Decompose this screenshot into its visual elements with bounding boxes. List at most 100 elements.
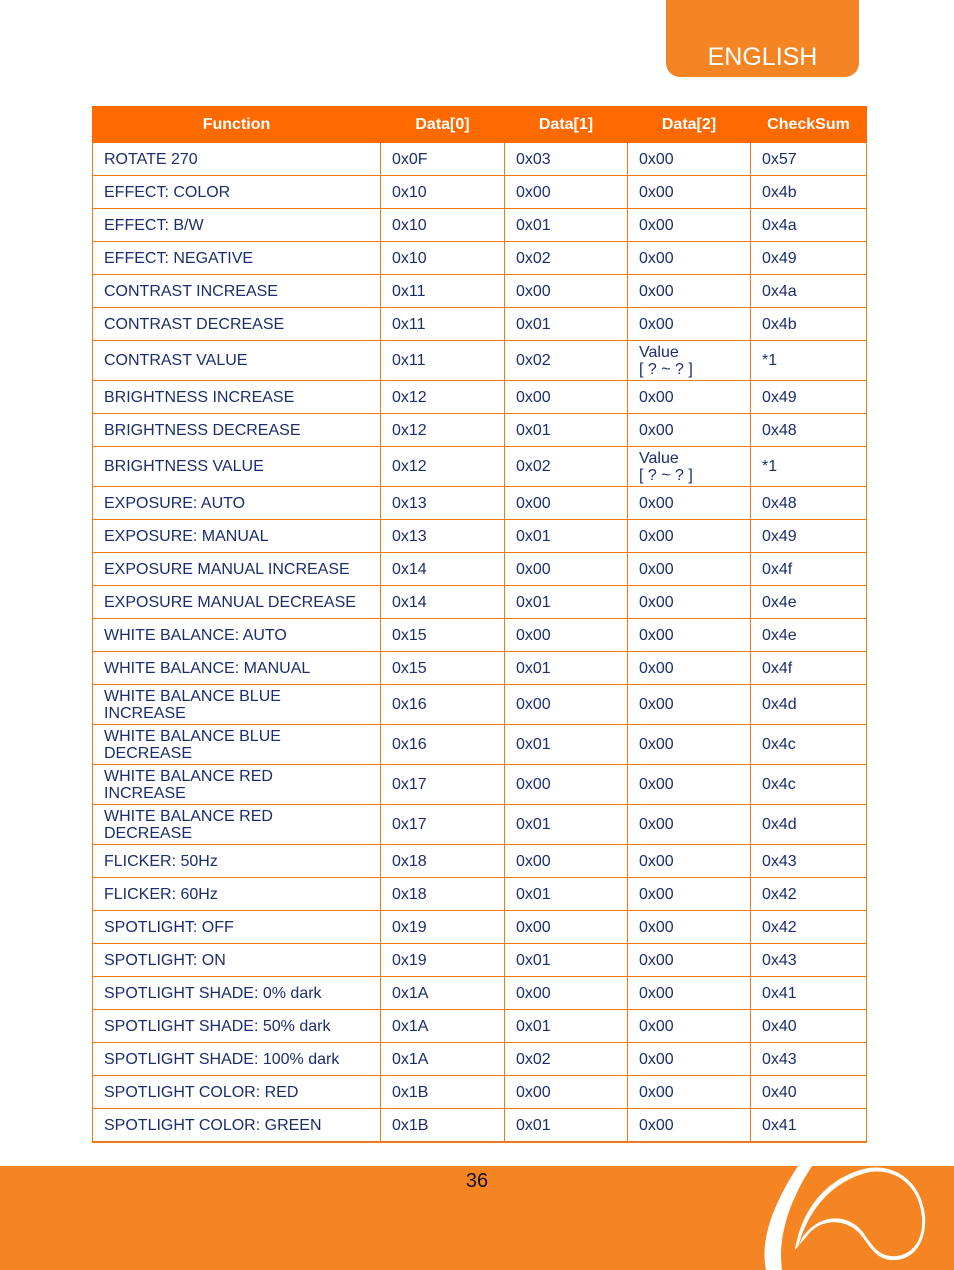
table-row: SPOTLIGHT SHADE: 100% dark 0x1A 0x02 0x00 0x… bbox=[92, 1042, 867, 1076]
cell-function: WHITE BALANCE: AUTO bbox=[92, 618, 381, 652]
cell-data2: 0x00 bbox=[627, 1042, 751, 1076]
cell-checksum: 0x57 bbox=[750, 142, 867, 176]
cell-data1: 0x01 bbox=[504, 1009, 628, 1043]
cell-data2: 0x00 bbox=[627, 274, 751, 308]
cell-checksum: *1 bbox=[750, 340, 867, 381]
cell-function: FLICKER: 60Hz bbox=[92, 877, 381, 911]
table-row: FLICKER: 60Hz 0x18 0x01 0x00 0x42 bbox=[92, 877, 867, 911]
logo-lower-lobe bbox=[808, 1236, 866, 1270]
column-header-data0: Data[0] bbox=[380, 106, 505, 143]
cell-data1: 0x01 bbox=[504, 585, 628, 619]
cell-function: EXPOSURE MANUAL DECREASE bbox=[92, 585, 381, 619]
cell-data1: 0x00 bbox=[504, 684, 628, 725]
cell-data1: 0x01 bbox=[504, 413, 628, 447]
cell-data2: 0x00 bbox=[627, 976, 751, 1010]
logo-upper-lobe-fill bbox=[798, 1171, 923, 1257]
cell-function: EFFECT: NEGATIVE bbox=[92, 241, 381, 275]
table-row: WHITE BALANCE BLUE DECREASE 0x16 0x01 0x00 0… bbox=[92, 724, 867, 765]
table-row: ROTATE 270 0x0F 0x03 0x00 0x57 bbox=[92, 142, 867, 176]
table-row: BRIGHTNESS VALUE 0x12 0x02 Value[ ? ~ ? ] *1 bbox=[92, 446, 867, 487]
cell-data1: 0x01 bbox=[504, 724, 628, 765]
cell-data2: 0x00 bbox=[627, 910, 751, 944]
cell-checksum: 0x41 bbox=[750, 1108, 867, 1143]
table-row: EFFECT: B/W 0x10 0x01 0x00 0x4a bbox=[92, 208, 867, 242]
cell-function: SPOTLIGHT SHADE: 50% dark bbox=[92, 1009, 381, 1043]
cell-checksum: 0x4d bbox=[750, 684, 867, 725]
cell-function: BRIGHTNESS DECREASE bbox=[92, 413, 381, 447]
cell-data0: 0x12 bbox=[380, 446, 505, 487]
cell-data1: 0x01 bbox=[504, 1108, 628, 1143]
table-row: WHITE BALANCE RED INCREASE 0x17 0x00 0x00 0x… bbox=[92, 764, 867, 805]
cell-data2: 0x00 bbox=[627, 307, 751, 341]
cell-data1: 0x00 bbox=[504, 175, 628, 209]
cell-checksum: 0x4e bbox=[750, 618, 867, 652]
cell-data2: 0x00 bbox=[627, 1009, 751, 1043]
cell-data0: 0x13 bbox=[380, 519, 505, 553]
cell-data2: 0x00 bbox=[627, 684, 751, 725]
cell-function: EFFECT: COLOR bbox=[92, 175, 381, 209]
cell-checksum: 0x40 bbox=[750, 1009, 867, 1043]
cell-data1: 0x01 bbox=[504, 519, 628, 553]
cell-data2: 0x00 bbox=[627, 1075, 751, 1109]
cell-function: EXPOSURE: MANUAL bbox=[92, 519, 381, 553]
cell-checksum: 0x4f bbox=[750, 552, 867, 586]
table-row: SPOTLIGHT SHADE: 50% dark 0x1A 0x01 0x00 0x4… bbox=[92, 1009, 867, 1043]
cell-function: SPOTLIGHT COLOR: GREEN bbox=[92, 1108, 381, 1143]
language-label: ENGLISH bbox=[707, 43, 818, 71]
cell-function: EFFECT: B/W bbox=[92, 208, 381, 242]
cell-function: SPOTLIGHT: OFF bbox=[92, 910, 381, 944]
cell-data2: 0x00 bbox=[627, 175, 751, 209]
cell-data0: 0x17 bbox=[380, 804, 505, 845]
cell-checksum: 0x43 bbox=[750, 844, 867, 878]
cell-data2: 0x00 bbox=[627, 142, 751, 176]
table-row: WHITE BALANCE BLUE INCREASE 0x16 0x00 0x00 0… bbox=[92, 684, 867, 725]
table-row: EXPOSURE: AUTO 0x13 0x00 0x00 0x48 bbox=[92, 486, 867, 520]
cell-checksum: 0x48 bbox=[750, 486, 867, 520]
cell-checksum: 0x49 bbox=[750, 519, 867, 553]
cell-function: CONTRAST DECREASE bbox=[92, 307, 381, 341]
cell-data0: 0x1A bbox=[380, 1042, 505, 1076]
cell-function: WHITE BALANCE BLUE INCREASE bbox=[92, 684, 381, 725]
cell-checksum: 0x48 bbox=[750, 413, 867, 447]
cell-function: ROTATE 270 bbox=[92, 142, 381, 176]
table-row: EXPOSURE MANUAL DECREASE 0x14 0x01 0x00 0x4e bbox=[92, 585, 867, 619]
cell-data0: 0x19 bbox=[380, 910, 505, 944]
cell-data1: 0x00 bbox=[504, 552, 628, 586]
cell-data2: 0x00 bbox=[627, 486, 751, 520]
table-header-row: Function Data[0] Data[1] Data[2] CheckSu… bbox=[92, 106, 867, 143]
cell-data1: 0x01 bbox=[504, 804, 628, 845]
cell-data0: 0x10 bbox=[380, 175, 505, 209]
brand-logo-icon bbox=[764, 1166, 926, 1270]
table-row: WHITE BALANCE RED DECREASE 0x17 0x01 0x00 0x… bbox=[92, 804, 867, 845]
cell-function: WHITE BALANCE RED INCREASE bbox=[92, 764, 381, 805]
cell-data0: 0x1A bbox=[380, 976, 505, 1010]
cell-data1: 0x01 bbox=[504, 943, 628, 977]
cell-data0: 0x14 bbox=[380, 552, 505, 586]
table-row: CONTRAST INCREASE 0x11 0x00 0x00 0x4a bbox=[92, 274, 867, 308]
cell-data0: 0x16 bbox=[380, 724, 505, 765]
table-row: EXPOSURE MANUAL INCREASE 0x14 0x00 0x00 0x4f bbox=[92, 552, 867, 586]
cell-function: SPOTLIGHT SHADE: 100% dark bbox=[92, 1042, 381, 1076]
cell-data1: 0x00 bbox=[504, 380, 628, 414]
table-row: BRIGHTNESS DECREASE 0x12 0x01 0x00 0x48 bbox=[92, 413, 867, 447]
cell-data0: 0x1B bbox=[380, 1075, 505, 1109]
cell-data0: 0x10 bbox=[380, 241, 505, 275]
cell-function: FLICKER: 50Hz bbox=[92, 844, 381, 878]
table-row: CONTRAST VALUE 0x11 0x02 Value[ ? ~ ? ] *1 bbox=[92, 340, 867, 381]
cell-checksum: 0x4f bbox=[750, 651, 867, 685]
cell-data2: 0x00 bbox=[627, 208, 751, 242]
cell-data1: 0x00 bbox=[504, 618, 628, 652]
column-header-data1: Data[1] bbox=[504, 106, 628, 143]
cell-data2: 0x00 bbox=[627, 519, 751, 553]
table-row: SPOTLIGHT: ON 0x19 0x01 0x00 0x43 bbox=[92, 943, 867, 977]
cell-data1: 0x00 bbox=[504, 486, 628, 520]
cell-data1: 0x01 bbox=[504, 877, 628, 911]
cell-data1: 0x02 bbox=[504, 241, 628, 275]
column-header-data2: Data[2] bbox=[627, 106, 751, 143]
cell-checksum: 0x4d bbox=[750, 804, 867, 845]
cell-data2: 0x00 bbox=[627, 585, 751, 619]
command-table: Function Data[0] Data[1] Data[2] CheckSu… bbox=[92, 106, 867, 1143]
cell-checksum: 0x49 bbox=[750, 241, 867, 275]
cell-data0: 0x11 bbox=[380, 340, 505, 381]
language-tab: ENGLISH bbox=[666, 0, 859, 77]
